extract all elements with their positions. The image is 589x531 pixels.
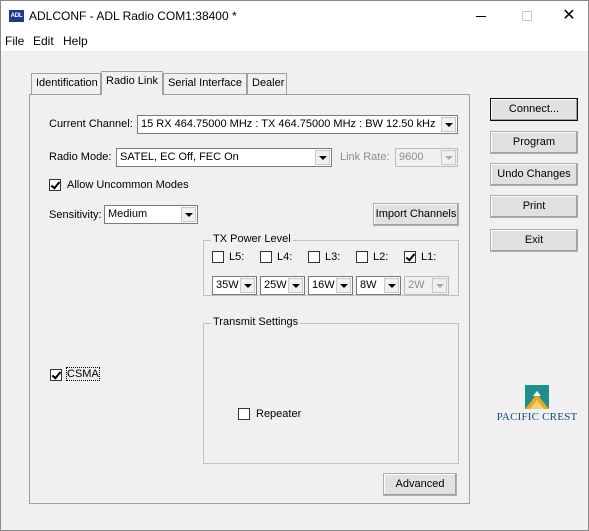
tab-label: Serial Interface [168,77,242,89]
menu-file[interactable]: File [5,34,24,48]
csma-label: CSMA [66,367,100,381]
mountain-logo-icon [525,385,549,409]
power-level-l3-select[interactable]: 16W [308,276,353,295]
title-bar[interactable]: ADL ADLCONF - ADL Radio COM1:38400 * ✕ [1,1,588,31]
chevron-down-icon [441,117,456,132]
transmit-settings-group: Transmit Settings Repeater [203,316,459,464]
power-level-l2-checkbox[interactable] [356,251,368,263]
current-channel-label: Current Channel: [49,118,133,130]
allow-uncommon-modes-label: Allow Uncommon Modes [67,179,189,191]
chevron-down-icon [181,207,196,222]
undo-changes-button[interactable]: Undo Changes [490,163,578,186]
tab-label: Radio Link [106,75,158,87]
power-level-l4-checkbox[interactable] [260,251,272,263]
logo-text: PACIFIC CREST [496,411,578,423]
sensitivity-label: Sensitivity: [49,209,102,221]
power-level-l2-value: 8W [360,279,377,291]
close-button[interactable]: ✕ [550,1,588,31]
import-channels-button[interactable]: Import Channels [373,203,459,226]
menu-edit[interactable]: Edit [33,34,54,48]
close-icon: ✕ [562,7,576,24]
chevron-down-icon [240,278,255,293]
link-rate-label: Link Rate: [340,151,390,163]
menu-help[interactable]: Help [63,34,88,48]
chevron-down-icon [288,278,303,293]
tab-serial-interface[interactable]: Serial Interface [163,73,247,94]
power-level-l4-select[interactable]: 25W [260,276,305,295]
chevron-down-icon [441,150,456,165]
tab-label: Identification [36,77,98,89]
current-channel-value: 15 RX 464.75000 MHz : TX 464.75000 MHz :… [141,118,436,130]
power-level-l3-checkbox[interactable] [308,251,320,263]
repeater-checkbox[interactable] [238,408,250,420]
power-level-l4-label: L4: [277,251,293,263]
power-level-l3-value: 16W [312,279,335,291]
link-rate-select[interactable]: 9600 [395,148,458,167]
tab-dealer[interactable]: Dealer [247,73,287,94]
chevron-down-icon [315,150,330,165]
power-level-l1-value: 2W [408,279,425,291]
window-title: ADLCONF - ADL Radio COM1:38400 * [29,9,237,23]
power-level-l1-select[interactable]: 2W [404,276,449,295]
power-level-l5-checkbox[interactable] [212,251,224,263]
exit-button[interactable]: Exit [490,229,578,252]
sensitivity-select[interactable]: Medium [104,205,198,224]
repeater-label: Repeater [256,408,302,420]
power-level-l1-checkbox[interactable] [404,251,416,263]
maximize-icon [522,11,532,21]
radio-link-panel: Current Channel: 15 RX 464.75000 MHz : T… [29,94,470,504]
minimize-button[interactable] [458,1,504,31]
pacific-crest-logo: PACIFIC CREST [495,385,579,427]
application-window: ADL ADLCONF - ADL Radio COM1:38400 * ✕ F… [0,0,589,531]
tab-label: Dealer [252,77,285,89]
connect-button[interactable]: Connect... [490,98,578,121]
minimize-icon [476,16,486,17]
power-level-l2-select[interactable]: 8W [356,276,401,295]
power-level-l3-label: L3: [325,251,341,263]
maximize-button[interactable] [504,1,550,31]
transmit-settings-title: Transmit Settings [211,316,301,328]
current-channel-select[interactable]: 15 RX 464.75000 MHz : TX 464.75000 MHz :… [137,115,458,134]
power-level-l4-value: 25W [264,279,287,291]
radio-mode-select[interactable]: SATEL, EC Off, FEC On [116,148,332,167]
chevron-down-icon [336,278,351,293]
csma-checkbox[interactable] [50,369,62,381]
power-level-l5-value: 35W [216,279,239,291]
advanced-button[interactable]: Advanced [383,473,457,496]
tab-identification[interactable]: Identification [31,73,101,94]
radio-mode-label: Radio Mode: [49,151,112,163]
app-icon: ADL [9,10,24,22]
chevron-down-icon [432,278,447,293]
power-level-l2-label: L2: [373,251,389,263]
tx-power-level-group: TX Power Level L5: L4: L3: L2: L1: 35W 2… [203,233,459,296]
tab-radio-link[interactable]: Radio Link [101,71,163,95]
menu-bar: File Edit Help [1,31,588,51]
power-level-l5-select[interactable]: 35W [212,276,257,295]
allow-uncommon-modes-checkbox[interactable] [49,179,61,191]
power-level-l1-label: L1: [421,251,437,263]
tx-power-level-title: TX Power Level [211,233,293,245]
power-level-l5-label: L5: [229,251,245,263]
chevron-down-icon [384,278,399,293]
sensitivity-value: Medium [108,208,148,220]
link-rate-value: 9600 [399,151,424,163]
print-button[interactable]: Print [490,195,578,218]
radio-mode-value: SATEL, EC Off, FEC On [120,151,239,163]
program-button[interactable]: Program [490,131,578,154]
